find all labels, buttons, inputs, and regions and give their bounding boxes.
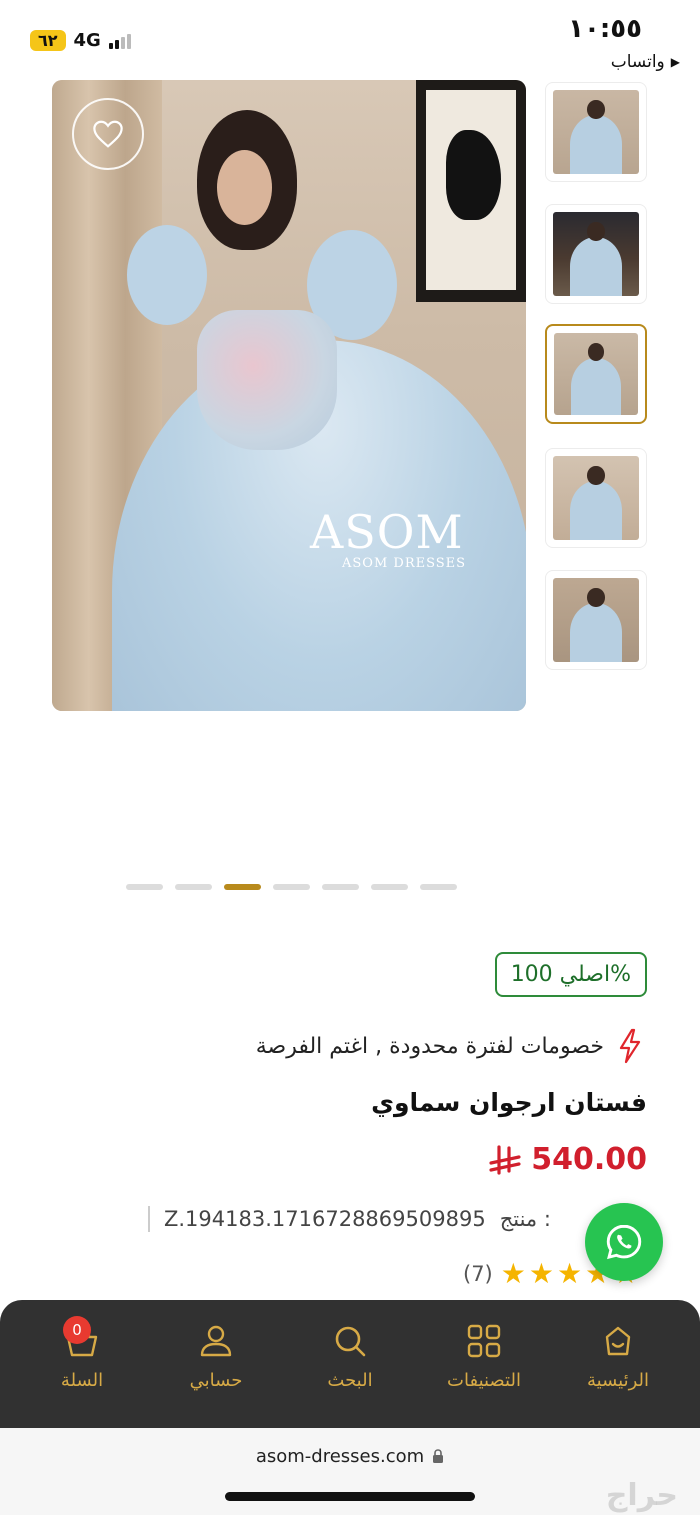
signal-icon [108,33,131,49]
status-indicators: ٦٢ 4G [30,30,131,51]
url-display[interactable]: asom-dresses.com [0,1446,700,1467]
brand-watermark-sub: ASOM DRESSES [342,556,467,571]
home-indicator [225,1492,475,1501]
nav-account-label: حسابي [189,1370,243,1391]
back-arrow-icon: ▶ [670,55,680,69]
thumbnail-4[interactable] [545,448,647,548]
nav-search[interactable]: البحث [295,1322,405,1391]
nav-home[interactable]: الرئيسية [563,1322,673,1391]
divider [148,1206,150,1232]
user-icon [200,1325,232,1357]
dress-bodice [197,310,337,450]
price-value: 540.00 [531,1142,647,1177]
cart-count-badge: 0 [63,1316,91,1344]
bottom-navigation: الرئيسية التصنيفات البحث حسابي 0 السلة [0,1300,700,1428]
status-time: ١٠:٥٥ [568,14,642,44]
nav-home-label: الرئيسية [587,1370,649,1391]
heart-icon [93,120,123,148]
browser-address-bar[interactable]: asom-dresses.com حراج [0,1428,700,1515]
nav-account[interactable]: حسابي [161,1322,271,1391]
pagination-dot[interactable] [126,884,163,890]
star-icon: ★ [528,1257,554,1290]
pagination-dot[interactable] [371,884,408,890]
nav-cart-label: السلة [60,1370,104,1391]
thumbnail-3-active[interactable] [545,324,647,424]
whatsapp-button[interactable] [585,1203,663,1281]
thumbnail-5[interactable] [545,570,647,670]
thumbnail-image [553,212,639,296]
home-icon [605,1326,631,1356]
product-main-image[interactable]: ASOM ASOM DRESSES [52,80,526,711]
pagination-dot[interactable] [273,884,310,890]
star-icon: ★ [500,1257,526,1290]
pagination-dot[interactable] [175,884,212,890]
pagination-dot[interactable] [420,884,457,890]
search-icon [335,1326,366,1357]
grid-icon [467,1324,501,1358]
sku-value: Z.194183.1716728869509895 [164,1207,486,1231]
network-type: 4G [73,30,101,51]
brand-watermark: ASOM [310,505,464,559]
pagination-dot-active[interactable] [224,884,261,890]
riyal-currency-icon [489,1144,521,1175]
nav-categories[interactable]: التصنيفات [429,1322,539,1391]
thumbnail-image [553,456,639,540]
dress-sleeve [127,225,207,325]
lock-icon [433,1449,444,1463]
thumbnail-image [554,333,638,415]
product-sku: Z.194183.1716728869509895 منتج : [148,1206,551,1232]
back-app-label: واتساب [610,52,665,72]
back-to-app-link[interactable]: واتساب ▶ [611,52,680,72]
pagination-dot[interactable] [322,884,359,890]
sku-label: منتج : [499,1207,551,1231]
rating-count: (7) [463,1262,493,1286]
nav-categories-label: التصنيفات [447,1370,521,1391]
background-artwork [416,80,526,302]
promo-line: خصومات لفترة محدودة , اغتم الفرصة [256,1028,642,1064]
lightning-icon [619,1028,641,1064]
whatsapp-icon [606,1224,642,1260]
favorite-button[interactable] [72,98,144,170]
promo-text: خصومات لفترة محدودة , اغتم الفرصة [255,1033,604,1059]
authentic-badge: اصلي 100% [494,952,647,997]
url-text: asom-dresses.com [255,1446,425,1467]
image-pagination [126,884,457,890]
product-title: فستان ارجوان سماوي [371,1088,647,1117]
thumbnail-image [553,90,639,174]
star-icon: ★ [556,1257,583,1290]
haraj-watermark: حراج [605,1478,678,1513]
thumbnail-1[interactable] [545,82,647,182]
nav-search-label: البحث [327,1370,373,1391]
thumbnail-2[interactable] [545,204,647,304]
thumbnail-image [553,578,639,662]
battery-indicator: ٦٢ [30,30,66,51]
product-price: 540.00 [487,1142,647,1177]
model-face [217,150,272,225]
nav-cart[interactable]: 0 السلة [27,1316,137,1391]
